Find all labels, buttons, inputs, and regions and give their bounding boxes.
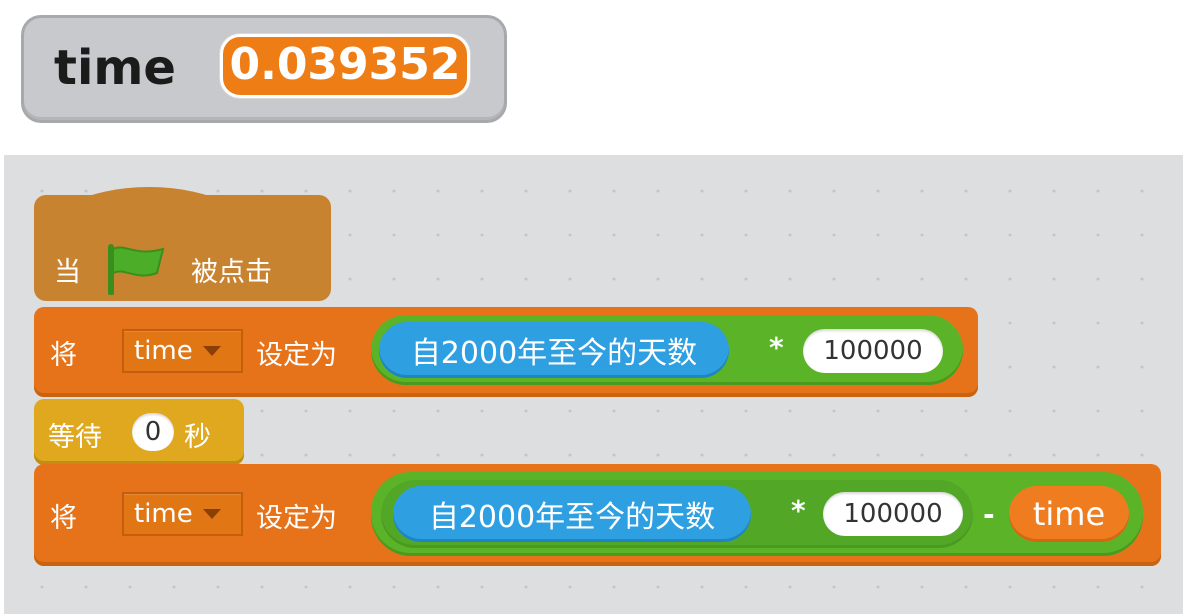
set-action: 设定为 — [256, 503, 337, 534]
wait-seconds-input[interactable]: 0 — [132, 413, 174, 451]
multiply-operator[interactable]: 自2000年至今的天数 * 100000 — [371, 315, 963, 385]
hat-prefix: 当 — [54, 256, 81, 288]
subtract-operator[interactable]: 自2000年至今的天数 * 100000 - time — [371, 472, 1143, 556]
hat-suffix: 被点击 — [191, 256, 272, 288]
green-flag-icon — [105, 243, 167, 295]
when-flag-clicked-block[interactable]: 当 被点击 — [34, 187, 331, 301]
multiply-operator[interactable]: 自2000年至今的天数 * 100000 — [381, 480, 973, 548]
time-variable-reporter[interactable]: time — [1009, 486, 1129, 542]
variable-dropdown[interactable]: time — [122, 329, 243, 373]
multiply-symbol: * — [791, 494, 806, 527]
set-variable-block-2[interactable]: 将 time 设定为 自2000年至今的天数 * 100000 - time — [34, 464, 1161, 566]
wait-keyword: 等待 — [48, 422, 102, 453]
number-input[interactable]: 100000 — [803, 329, 943, 373]
wait-unit: 秒 — [184, 422, 211, 453]
dropdown-arrow-icon — [202, 346, 221, 356]
set-keyword: 将 — [50, 340, 77, 371]
variable-dropdown[interactable]: time — [122, 492, 243, 536]
script-area[interactable]: 当 被点击 将 time 设定为 自2000年至今的天数 * 100000 等待… — [4, 155, 1183, 614]
set-keyword: 将 — [50, 503, 77, 534]
hat-cap — [34, 187, 264, 247]
days-since-2000-reporter[interactable]: 自2000年至今的天数 — [379, 322, 729, 378]
minus-symbol: - — [983, 498, 995, 531]
set-action: 设定为 — [256, 340, 337, 371]
number-input[interactable]: 100000 — [823, 492, 963, 536]
multiply-symbol: * — [769, 331, 784, 364]
dropdown-arrow-icon — [202, 509, 221, 519]
days-since-2000-reporter[interactable]: 自2000年至今的天数 — [393, 486, 751, 542]
variable-dropdown-label: time — [134, 336, 193, 366]
variable-dropdown-label: time — [134, 499, 193, 529]
variable-monitor-time[interactable]: time 0.039352 — [21, 15, 507, 123]
monitor-value: 0.039352 — [220, 34, 470, 98]
monitor-label: time — [54, 40, 176, 96]
set-variable-block-1[interactable]: 将 time 设定为 自2000年至今的天数 * 100000 — [34, 307, 978, 397]
wait-block[interactable]: 等待 0 秒 — [34, 399, 244, 465]
